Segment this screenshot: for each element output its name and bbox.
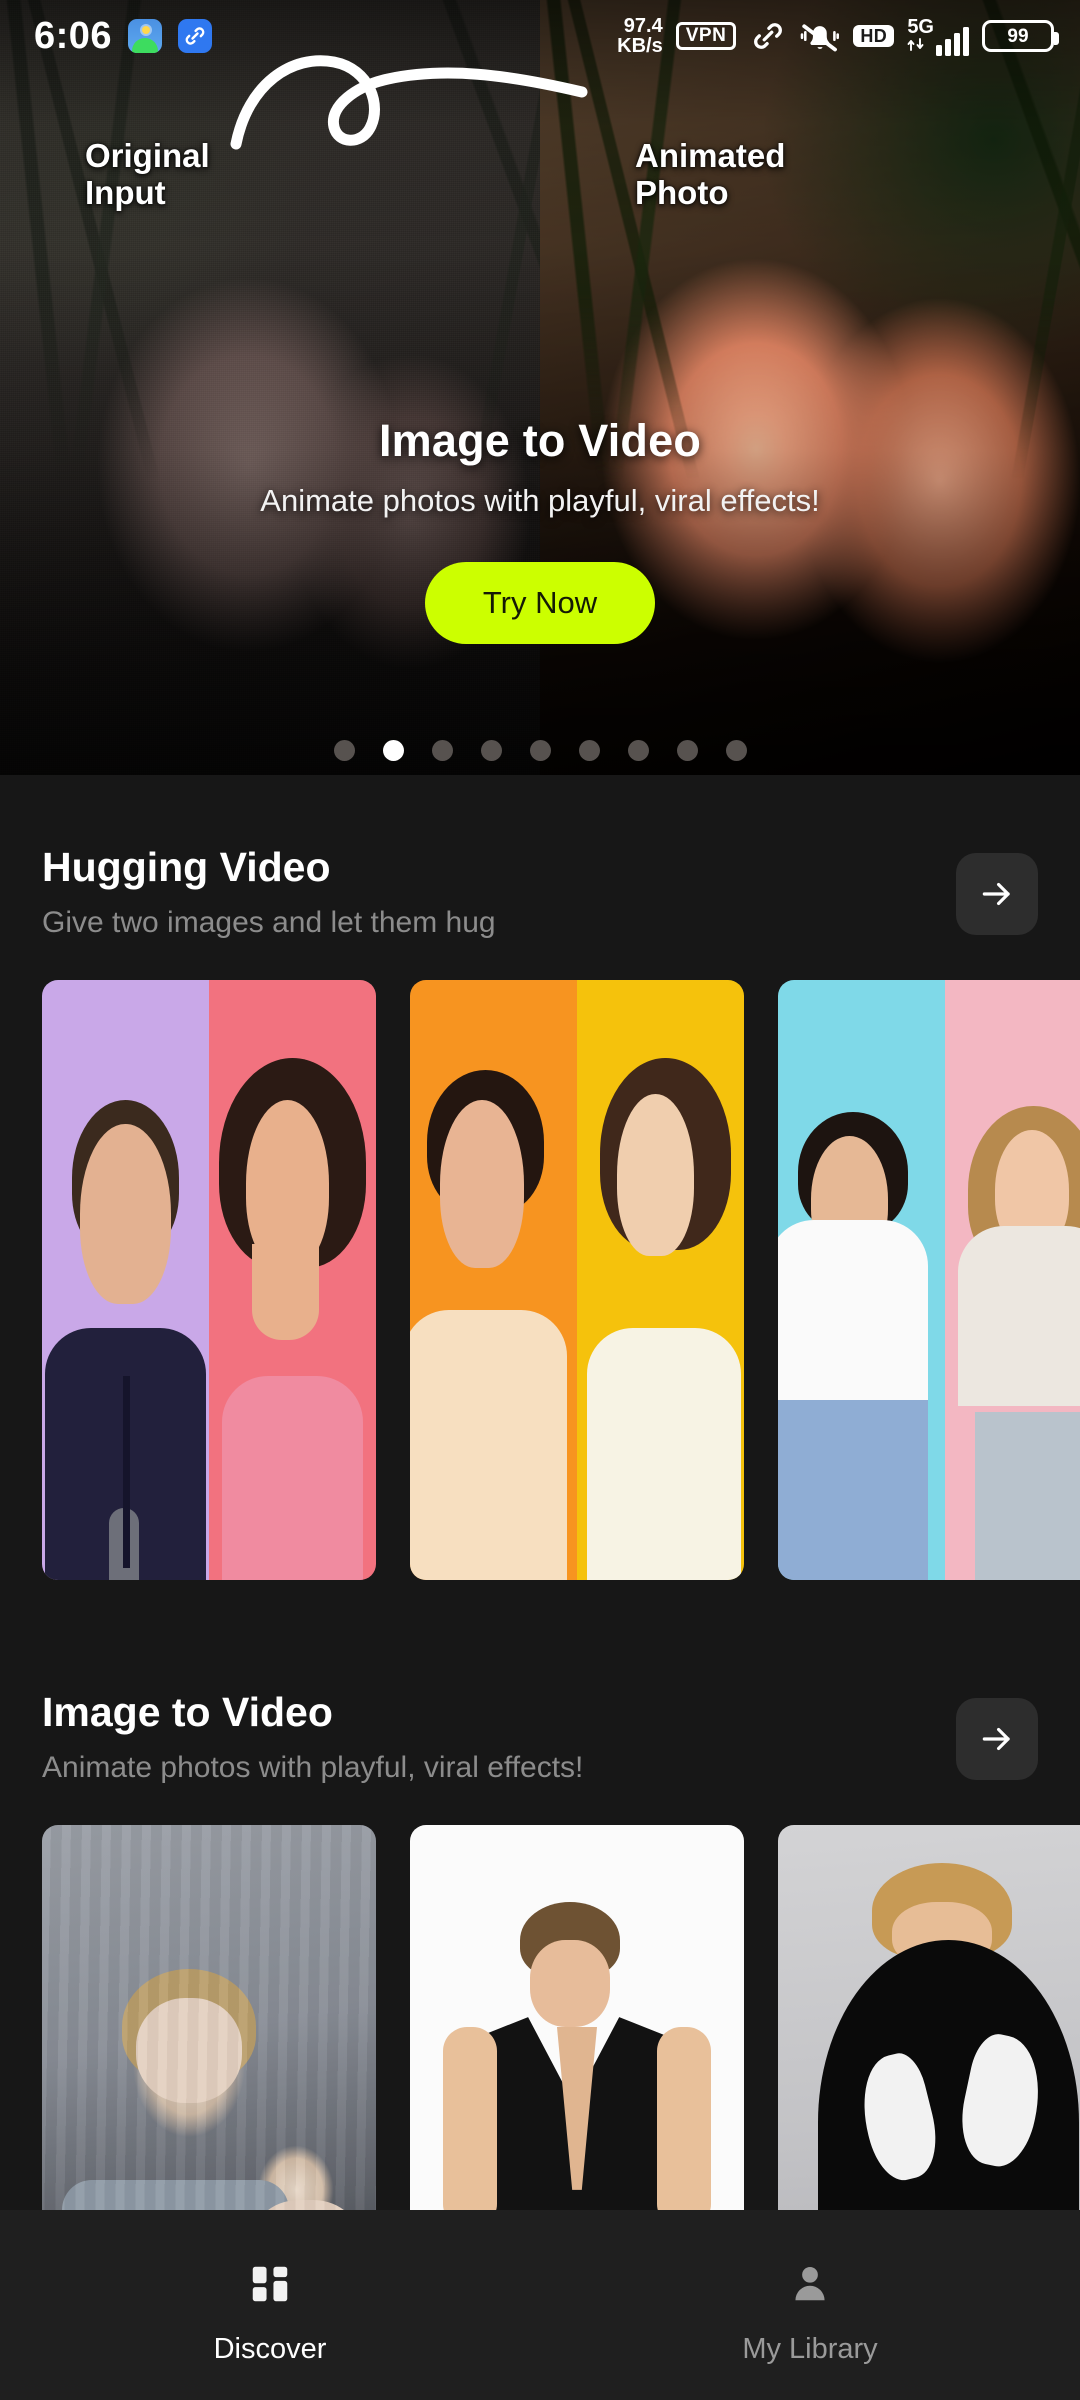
network-speed-value: 97.4: [623, 15, 663, 37]
nav-label-discover: Discover: [213, 2332, 327, 2365]
section-header: Hugging Video Give two images and let th…: [0, 844, 1080, 940]
section-title-block: Image to Video Animate photos with playf…: [42, 1689, 584, 1785]
section-see-all-button[interactable]: [956, 1698, 1038, 1780]
nav-item-my-library[interactable]: My Library: [540, 2210, 1080, 2400]
section-subtitle: Give two images and let them hug: [42, 906, 496, 940]
carousel-dot-6[interactable]: [627, 740, 649, 761]
person-icon: [795, 2266, 825, 2300]
arrow-right-icon: [982, 882, 1010, 906]
hero-label-animated-line2: Photo: [635, 173, 729, 211]
section-title: Image to Video: [42, 1689, 333, 1735]
cellular-indicator: 5G: [907, 17, 969, 56]
section-title: Hugging Video: [42, 844, 331, 890]
hero-label-animated: Animated Photo: [635, 137, 786, 212]
status-bar-left: 6:06: [34, 15, 213, 57]
carousel-dot-1[interactable]: [382, 740, 404, 761]
hero-label-original-line1: Original: [85, 137, 210, 174]
hugging-video-card-rail[interactable]: [0, 980, 1080, 1581]
hero-title: Image to Video: [378, 415, 702, 466]
section-title-block: Hugging Video Give two images and let th…: [42, 844, 496, 940]
status-bar: 6:06 97.4 KB/s VPN HD 5G 99: [0, 0, 1080, 72]
battery-level: 99: [1007, 25, 1029, 47]
hero-label-original: Original Input: [85, 137, 210, 212]
link-icon: [178, 19, 213, 53]
app-screen: Original Input Animated Photo Image to V…: [0, 0, 1080, 2400]
hero-label-animated-line1: Animated: [635, 137, 786, 174]
arrow-right-icon: [982, 1727, 1010, 1751]
carousel-pagination[interactable]: [0, 740, 1080, 761]
signal-bars-icon: [936, 26, 969, 56]
status-bar-clock: 6:06: [34, 15, 113, 57]
card-thumbnail: [778, 980, 1080, 1581]
section-header: Image to Video Animate photos with playf…: [0, 1689, 1080, 1785]
section-see-all-button[interactable]: [956, 853, 1038, 935]
photos-icon: [128, 19, 163, 53]
try-now-button[interactable]: Try Now: [424, 562, 656, 644]
carousel-dot-5[interactable]: [578, 740, 600, 761]
hero-subtitle: Animate photos with playful, viral effec…: [260, 483, 820, 518]
card-thumbnail: [42, 980, 376, 1581]
status-bar-right: 97.4 KB/s VPN HD 5G 99: [617, 16, 1059, 56]
card-man-cyan-woman-pink[interactable]: [778, 980, 1080, 1581]
nav-label-my-library: My Library: [742, 2332, 878, 2365]
carousel-dot-3[interactable]: [480, 740, 502, 761]
carousel-dot-4[interactable]: [529, 740, 551, 761]
section-hugging-video: Hugging Video Give two images and let th…: [0, 844, 1080, 1581]
battery-indicator: 99: [982, 20, 1059, 52]
card-man-purple-woman-pink[interactable]: [42, 980, 376, 1581]
carousel-dot-0[interactable]: [333, 740, 355, 761]
card-thumbnail: [410, 980, 744, 1581]
nav-item-discover[interactable]: Discover: [0, 2210, 540, 2400]
carousel-dot-2[interactable]: [431, 740, 453, 761]
carousel-dot-7[interactable]: [676, 740, 698, 761]
bell-muted-icon: [801, 24, 840, 52]
carousel-dot-8[interactable]: [725, 740, 747, 761]
card-man-orange-woman-yellow[interactable]: [410, 980, 744, 1581]
grid-icon: [252, 2266, 288, 2301]
hd-badge: HD: [853, 25, 895, 47]
hero-label-original-line2: Input: [85, 173, 166, 211]
section-subtitle: Animate photos with playful, viral effec…: [42, 1751, 584, 1785]
network-type-label: 5G: [907, 15, 934, 38]
network-speed-unit: KB/s: [617, 35, 663, 57]
bottom-navigation-bar: Discover My Library: [0, 2210, 1080, 2400]
hero-text-block: Image to Video Animate photos with playf…: [0, 415, 1080, 644]
hero-carousel-slide[interactable]: Original Input Animated Photo Image to V…: [0, 0, 1080, 775]
network-speed-indicator: 97.4 KB/s: [617, 16, 663, 56]
vpn-badge: VPN: [675, 22, 737, 50]
data-transfer-icon: [907, 37, 924, 51]
link-icon: [754, 23, 783, 49]
